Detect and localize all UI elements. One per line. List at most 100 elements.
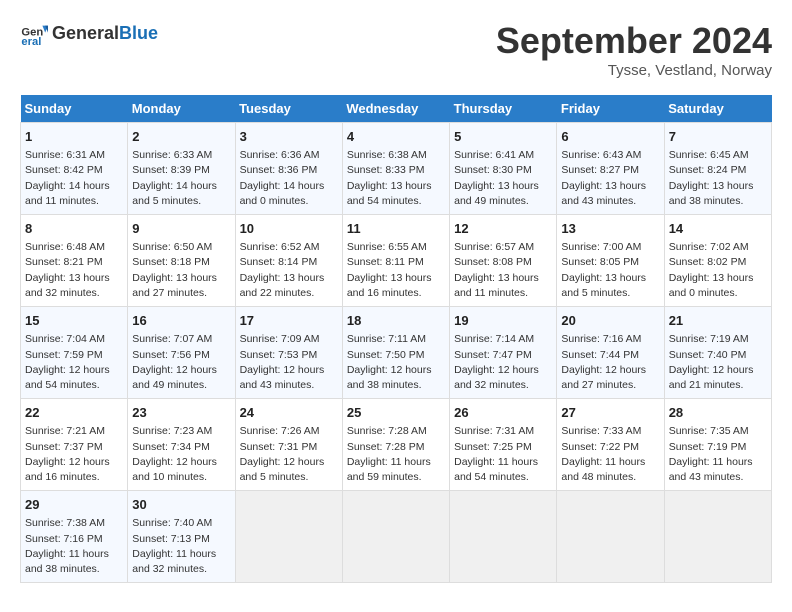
calendar-week-row: 1Sunrise: 6:31 AM Sunset: 8:42 PM Daylig… <box>21 123 772 215</box>
day-number: 19 <box>454 312 552 330</box>
calendar-day-cell: 7Sunrise: 6:45 AM Sunset: 8:24 PM Daylig… <box>664 123 771 215</box>
day-info: Sunrise: 6:41 AM Sunset: 8:30 PM Dayligh… <box>454 148 552 209</box>
day-number: 5 <box>454 128 552 146</box>
calendar-day-cell: 9 Sunrise: 6:50 AM Sunset: 8:18 PM Daylig… <box>128 215 235 307</box>
calendar-day-cell: 30Sunrise: 7:40 AM Sunset: 7:13 PM Dayli… <box>128 491 235 583</box>
day-info: Sunrise: 6:52 AM Sunset: 8:14 PM Dayligh… <box>240 240 338 301</box>
title-block: September 2024 Tysse, Vestland, Norway <box>496 20 772 79</box>
calendar-day-cell: 19 Sunrise: 7:14 AM Sunset: 7:47 PM Dayli… <box>450 307 557 399</box>
day-info: Sunrise: 6:33 AM Sunset: 8:39 PM Dayligh… <box>132 148 230 209</box>
calendar-day-cell: 18 Sunrise: 7:11 AM Sunset: 7:50 PM Dayli… <box>342 307 449 399</box>
calendar-day-cell <box>342 491 449 583</box>
day-number: 24 <box>240 404 338 422</box>
day-number: 23 <box>132 404 230 422</box>
day-info: Sunrise: 7:11 AM Sunset: 7:50 PM Dayligh… <box>347 332 445 393</box>
day-number: 25 <box>347 404 445 422</box>
day-number: 12 <box>454 220 552 238</box>
calendar-day-cell: 11 Sunrise: 6:55 AM Sunset: 8:11 PM Dayli… <box>342 215 449 307</box>
calendar-day-cell: 29Sunrise: 7:38 AM Sunset: 7:16 PM Dayli… <box>21 491 128 583</box>
day-number: 2 <box>132 128 230 146</box>
calendar-day-cell: 14 Sunrise: 7:02 AM Sunset: 8:02 PM Dayli… <box>664 215 771 307</box>
day-of-week-header: Sunday <box>21 95 128 123</box>
day-info: Sunrise: 7:26 AM Sunset: 7:31 PM Dayligh… <box>240 424 338 485</box>
calendar-day-cell: 10 Sunrise: 6:52 AM Sunset: 8:14 PM Dayli… <box>235 215 342 307</box>
calendar-day-cell: 6 Sunrise: 6:43 AM Sunset: 8:27 PM Daylig… <box>557 123 664 215</box>
day-info: Sunrise: 7:38 AM Sunset: 7:16 PM Dayligh… <box>25 516 123 577</box>
calendar-day-cell: 26 Sunrise: 7:31 AM Sunset: 7:25 PM Dayli… <box>450 399 557 491</box>
day-number: 11 <box>347 220 445 238</box>
calendar-day-cell: 13Sunrise: 7:00 AM Sunset: 8:05 PM Dayli… <box>557 215 664 307</box>
calendar-day-cell: 28Sunrise: 7:35 AM Sunset: 7:19 PM Dayli… <box>664 399 771 491</box>
calendar-week-row: 22 Sunrise: 7:21 AM Sunset: 7:37 PM Dayli… <box>21 399 772 491</box>
day-of-week-header: Saturday <box>664 95 771 123</box>
day-info: Sunrise: 6:43 AM Sunset: 8:27 PM Dayligh… <box>561 148 659 209</box>
calendar-day-cell: 1Sunrise: 6:31 AM Sunset: 8:42 PM Daylig… <box>21 123 128 215</box>
calendar-day-cell: 22 Sunrise: 7:21 AM Sunset: 7:37 PM Dayli… <box>21 399 128 491</box>
day-number: 15 <box>25 312 123 330</box>
day-number: 18 <box>347 312 445 330</box>
day-number: 21 <box>669 312 767 330</box>
day-info: Sunrise: 6:50 AM Sunset: 8:18 PM Dayligh… <box>132 240 230 301</box>
calendar-day-cell: 23 Sunrise: 7:23 AM Sunset: 7:34 PM Dayli… <box>128 399 235 491</box>
calendar-day-cell: 2 Sunrise: 6:33 AM Sunset: 8:39 PM Daylig… <box>128 123 235 215</box>
day-number: 9 <box>132 220 230 238</box>
day-number: 6 <box>561 128 659 146</box>
day-info: Sunrise: 7:04 AM Sunset: 7:59 PM Dayligh… <box>25 332 123 393</box>
day-info: Sunrise: 7:07 AM Sunset: 7:56 PM Dayligh… <box>132 332 230 393</box>
calendar-day-cell: 4Sunrise: 6:38 AM Sunset: 8:33 PM Daylig… <box>342 123 449 215</box>
calendar-day-cell: 12Sunrise: 6:57 AM Sunset: 8:08 PM Dayli… <box>450 215 557 307</box>
calendar-week-row: 15 Sunrise: 7:04 AM Sunset: 7:59 PM Dayli… <box>21 307 772 399</box>
day-info: Sunrise: 7:09 AM Sunset: 7:53 PM Dayligh… <box>240 332 338 393</box>
calendar-week-row: 8 Sunrise: 6:48 AM Sunset: 8:21 PM Daylig… <box>21 215 772 307</box>
calendar-day-cell: 25Sunrise: 7:28 AM Sunset: 7:28 PM Dayli… <box>342 399 449 491</box>
day-info: Sunrise: 6:55 AM Sunset: 8:11 PM Dayligh… <box>347 240 445 301</box>
day-info: Sunrise: 7:33 AM Sunset: 7:22 PM Dayligh… <box>561 424 659 485</box>
calendar-day-cell: 5 Sunrise: 6:41 AM Sunset: 8:30 PM Daylig… <box>450 123 557 215</box>
logo-text: GeneralBlue <box>52 24 158 44</box>
calendar-day-cell: 16 Sunrise: 7:07 AM Sunset: 7:56 PM Dayli… <box>128 307 235 399</box>
day-of-week-header: Tuesday <box>235 95 342 123</box>
calendar-day-cell: 15 Sunrise: 7:04 AM Sunset: 7:59 PM Dayli… <box>21 307 128 399</box>
month-title: September 2024 <box>496 20 772 62</box>
day-number: 4 <box>347 128 445 146</box>
day-number: 16 <box>132 312 230 330</box>
day-info: Sunrise: 7:02 AM Sunset: 8:02 PM Dayligh… <box>669 240 767 301</box>
calendar-table: SundayMondayTuesdayWednesdayThursdayFrid… <box>20 95 772 583</box>
logo: Gen eral GeneralBlue <box>20 20 158 48</box>
day-number: 14 <box>669 220 767 238</box>
day-number: 22 <box>25 404 123 422</box>
day-info: Sunrise: 7:23 AM Sunset: 7:34 PM Dayligh… <box>132 424 230 485</box>
day-info: Sunrise: 6:36 AM Sunset: 8:36 PM Dayligh… <box>240 148 338 209</box>
calendar-day-cell: 21 Sunrise: 7:19 AM Sunset: 7:40 PM Dayli… <box>664 307 771 399</box>
calendar-day-cell: 8 Sunrise: 6:48 AM Sunset: 8:21 PM Daylig… <box>21 215 128 307</box>
calendar-day-cell <box>450 491 557 583</box>
day-info: Sunrise: 6:48 AM Sunset: 8:21 PM Dayligh… <box>25 240 123 301</box>
calendar-day-cell <box>557 491 664 583</box>
page-header: Gen eral GeneralBlue September 2024 Tyss… <box>20 20 772 79</box>
calendar-day-cell <box>235 491 342 583</box>
calendar-day-cell: 20 Sunrise: 7:16 AM Sunset: 7:44 PM Dayli… <box>557 307 664 399</box>
calendar-day-cell: 17Sunrise: 7:09 AM Sunset: 7:53 PM Dayli… <box>235 307 342 399</box>
day-number: 8 <box>25 220 123 238</box>
day-info: Sunrise: 7:19 AM Sunset: 7:40 PM Dayligh… <box>669 332 767 393</box>
day-of-week-header: Friday <box>557 95 664 123</box>
day-info: Sunrise: 6:31 AM Sunset: 8:42 PM Dayligh… <box>25 148 123 209</box>
day-info: Sunrise: 6:45 AM Sunset: 8:24 PM Dayligh… <box>669 148 767 209</box>
day-number: 30 <box>132 496 230 514</box>
day-info: Sunrise: 7:14 AM Sunset: 7:47 PM Dayligh… <box>454 332 552 393</box>
day-number: 28 <box>669 404 767 422</box>
day-number: 20 <box>561 312 659 330</box>
calendar-week-row: 29Sunrise: 7:38 AM Sunset: 7:16 PM Dayli… <box>21 491 772 583</box>
day-of-week-header: Thursday <box>450 95 557 123</box>
day-number: 3 <box>240 128 338 146</box>
calendar-header-row: SundayMondayTuesdayWednesdayThursdayFrid… <box>21 95 772 123</box>
day-number: 26 <box>454 404 552 422</box>
svg-text:eral: eral <box>21 36 41 48</box>
calendar-day-cell <box>664 491 771 583</box>
day-of-week-header: Monday <box>128 95 235 123</box>
day-info: Sunrise: 7:16 AM Sunset: 7:44 PM Dayligh… <box>561 332 659 393</box>
day-info: Sunrise: 7:31 AM Sunset: 7:25 PM Dayligh… <box>454 424 552 485</box>
day-info: Sunrise: 7:21 AM Sunset: 7:37 PM Dayligh… <box>25 424 123 485</box>
day-number: 10 <box>240 220 338 238</box>
location: Tysse, Vestland, Norway <box>496 62 772 79</box>
